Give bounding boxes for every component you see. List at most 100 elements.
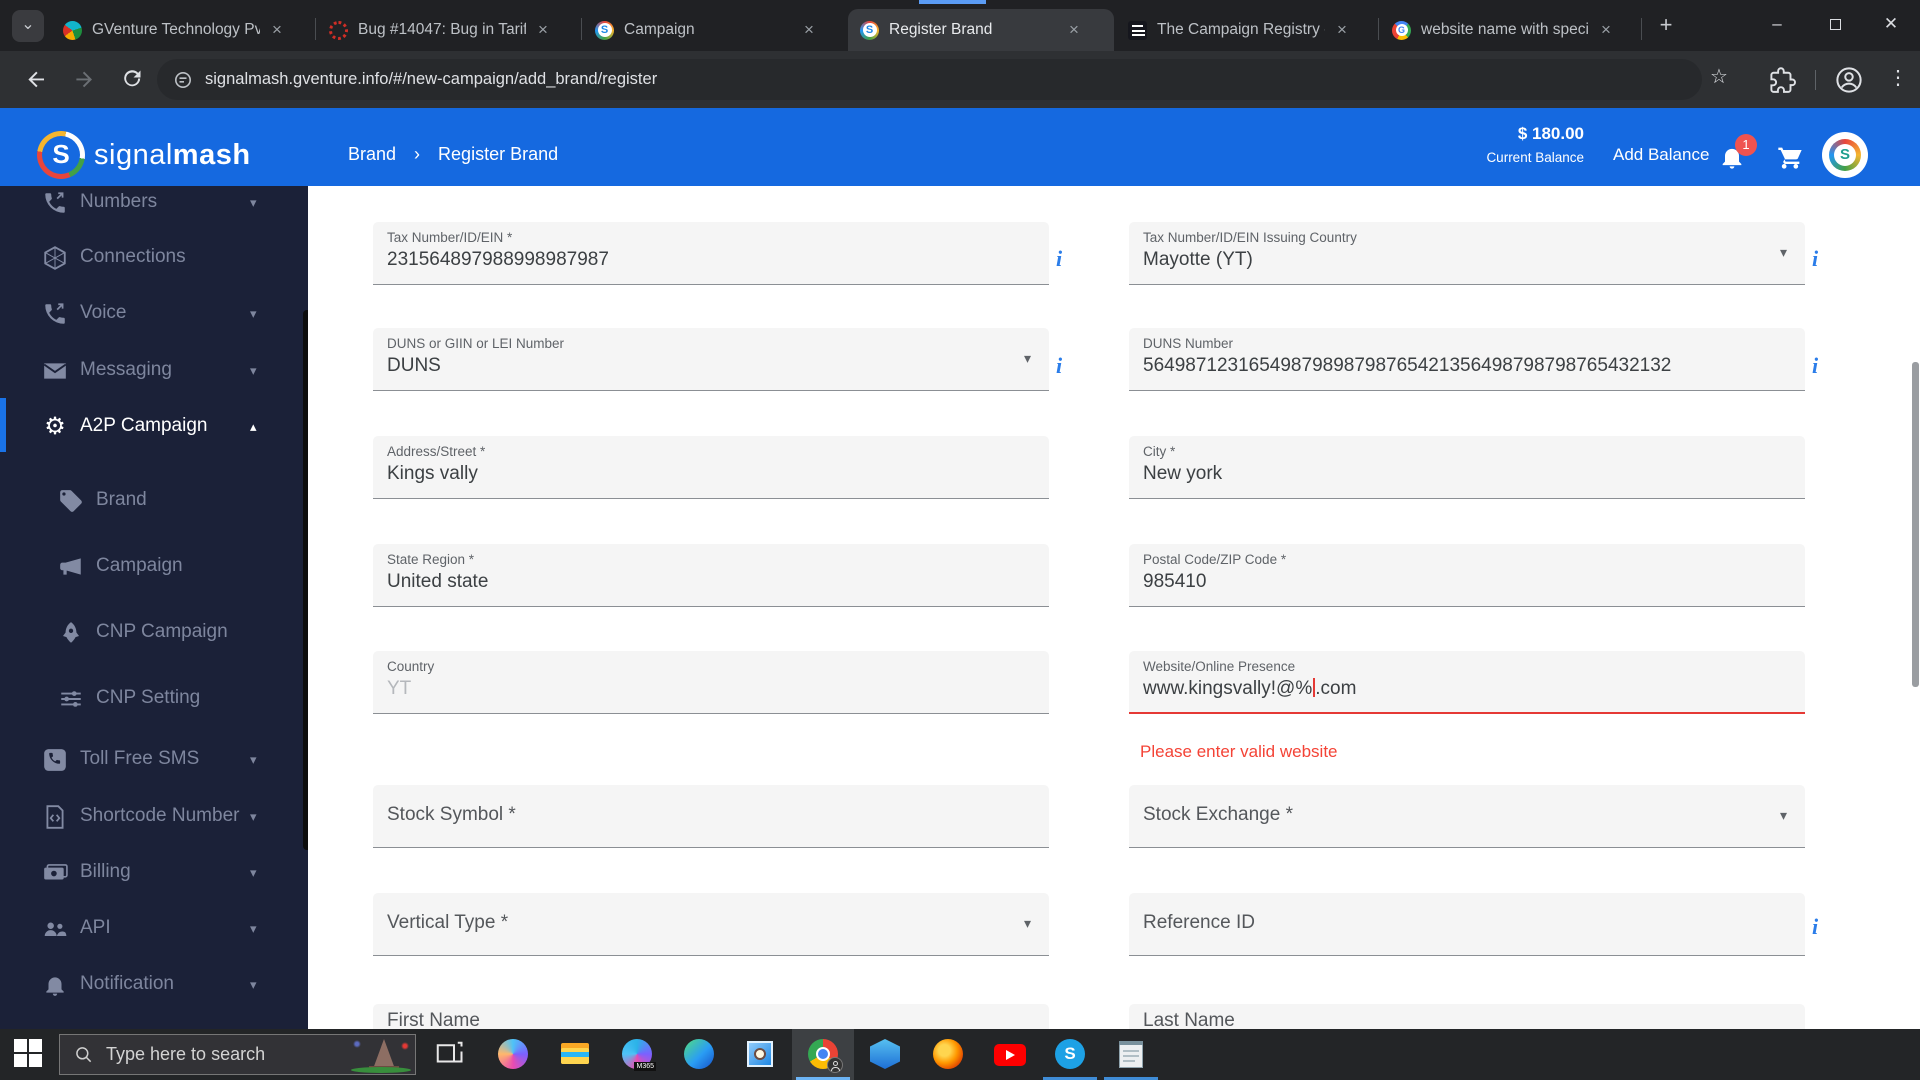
chevron-down-icon: ▾ [250,921,257,936]
breadcrumb-parent[interactable]: Brand [348,144,396,165]
tag-icon [60,490,82,512]
stock-symbol-field[interactable]: Stock Symbol * [373,785,1049,848]
sidebar-item-notification[interactable]: Notification ▾ [0,962,308,1006]
youtube-icon[interactable] [994,1044,1026,1066]
city-field[interactable]: City * New york [1129,436,1805,499]
signalmash-logo-text[interactable]: signalmash [94,139,251,172]
duns-number-field[interactable]: DUNS Number 5649871231654987989879876542… [1129,328,1805,391]
add-balance-button[interactable]: Add Balance [1613,145,1709,165]
logo-signal: signal [94,139,173,171]
field-value: Kings vally [387,463,478,484]
tcr-favicon-icon [1128,20,1147,40]
extensions-icon[interactable] [1768,66,1798,96]
sidebar-item-toll-free-sms[interactable]: Toll Free SMS ▾ [0,737,308,781]
sliders-icon [61,691,81,707]
window-maximize-button[interactable] [1806,0,1864,51]
skype-taskbar-slot[interactable]: S [1039,1029,1101,1080]
tab-search-button[interactable]: ⌄ [12,10,44,42]
website-field[interactable]: Website/Online Presence www.kingsvally!@… [1129,651,1805,714]
address-street-field[interactable]: Address/Street * Kings vally [373,436,1049,499]
new-tab-button[interactable]: + [1652,12,1680,40]
page-scrollbar[interactable] [1912,362,1919,687]
hexagon-app-icon[interactable] [870,1039,900,1069]
back-icon[interactable] [22,64,52,94]
photos-icon[interactable] [745,1039,775,1069]
user-avatar[interactable]: S [1822,132,1868,178]
field-label: Tax Number/ID/EIN Issuing Country [1143,230,1357,245]
tab-register-brand-active[interactable]: Register Brand × [848,9,1114,51]
info-icon[interactable]: i [1812,246,1818,272]
sidebar-item-numbers[interactable]: Numbers ▾ [0,186,308,224]
sidebar-item-api[interactable]: API ▾ [0,906,308,950]
redmine-favicon-icon [329,20,348,40]
sidebar-item-cnp-setting[interactable]: CNP Setting [0,676,308,720]
info-icon[interactable]: i [1056,353,1062,379]
hexagon-icon [44,246,66,270]
reload-icon[interactable] [118,64,148,94]
tab-separator [1378,18,1379,40]
last-name-field[interactable]: Last Name [1129,1004,1805,1029]
bookmark-star-icon[interactable]: ☆ [1710,64,1728,89]
sidebar-item-a2p-campaign[interactable]: ⚙ A2P Campaign ▴ [0,404,308,448]
dropdown-caret-icon: ▾ [1023,915,1031,931]
sidebar-item-cnp-campaign[interactable]: CNP Campaign [0,610,308,654]
field-placeholder: Stock Symbol * [387,804,516,825]
info-icon[interactable]: i [1056,246,1062,272]
tab-close-icon[interactable]: × [266,20,288,40]
state-region-field[interactable]: State Region * United state [373,544,1049,607]
tax-number-field[interactable]: Tax Number/ID/EIN * 23156489798899898798… [373,222,1049,285]
profile-icon[interactable] [1834,65,1864,95]
info-icon[interactable]: i [1812,914,1818,940]
signalmash-logo-icon[interactable] [37,131,85,179]
browser-menu-icon[interactable]: ⋮ [1888,65,1908,90]
sidebar-item-connections[interactable]: Connections [0,235,308,279]
cart-icon[interactable] [1776,143,1804,171]
m365-copilot-icon[interactable]: M365 [622,1039,656,1071]
duns-giin-lei-select[interactable]: DUNS or GIIN or LEI Number DUNS ▾ [373,328,1049,391]
window-close-button[interactable]: ✕ [1862,0,1920,51]
start-button[interactable] [14,1039,44,1069]
file-explorer-icon[interactable] [560,1039,590,1069]
stock-exchange-select[interactable]: Stock Exchange * ▾ [1129,785,1805,848]
notepad-taskbar-slot[interactable] [1100,1029,1162,1080]
tab-gventure[interactable]: GVenture Technology Pvt. L × [51,9,313,51]
chrome-taskbar-slot[interactable] [792,1029,854,1080]
sidebar-item-shortcode-number[interactable]: Shortcode Number ▾ [0,794,308,838]
chevron-down-icon: ▾ [250,195,257,210]
chevron-down-icon: ▾ [250,752,257,767]
vertical-type-select[interactable]: Vertical Type * ▾ [373,893,1049,956]
sidebar-item-voice[interactable]: Voice ▾ [0,291,308,335]
forward-icon[interactable] [70,64,100,94]
edge-icon[interactable] [684,1039,714,1069]
tab-close-icon[interactable]: × [532,20,554,40]
sidebar-item-billing[interactable]: Billing ▾ [0,850,308,894]
tab-bug[interactable]: Bug #14047: Bug in Tariff - × [317,9,579,51]
taskbar-search-input[interactable]: Type here to search [59,1034,416,1075]
field-label: State Region * [387,552,475,567]
tab-google-search[interactable]: website name with special × [1380,9,1640,51]
tab-close-icon[interactable]: × [1595,20,1617,40]
task-view-icon[interactable] [434,1039,464,1069]
m365-label: M365 [634,1062,656,1071]
first-name-field[interactable]: First Name [373,1004,1049,1029]
sidebar-item-brand[interactable]: Brand [0,478,308,522]
tax-issuing-country-select[interactable]: Tax Number/ID/EIN Issuing Country Mayott… [1129,222,1805,285]
tab-close-icon[interactable]: × [798,20,820,40]
window-minimize-button[interactable]: – [1748,0,1806,51]
tab-campaign-registry[interactable]: The Campaign Registry - B × [1116,9,1376,51]
reference-id-field[interactable]: Reference ID [1129,893,1805,956]
site-settings-icon[interactable] [173,70,193,90]
firefox-icon[interactable] [933,1039,963,1069]
info-icon[interactable]: i [1812,353,1818,379]
sidebar-item-campaign[interactable]: Campaign [0,544,308,588]
url-bar[interactable]: signalmash.gventure.info/#/new-campaign/… [157,59,1702,100]
tab-campaign[interactable]: Campaign × [583,9,845,51]
tab-close-icon[interactable]: × [1331,20,1353,40]
field-value: YT [387,678,412,699]
copilot-icon[interactable] [498,1039,528,1069]
tab-close-icon[interactable]: × [1063,20,1085,40]
sidebar-item-messaging[interactable]: Messaging ▾ [0,348,308,392]
field-label: City * [1143,444,1176,459]
postal-code-field[interactable]: Postal Code/ZIP Code * 985410 [1129,544,1805,607]
tab-separator [581,18,582,40]
